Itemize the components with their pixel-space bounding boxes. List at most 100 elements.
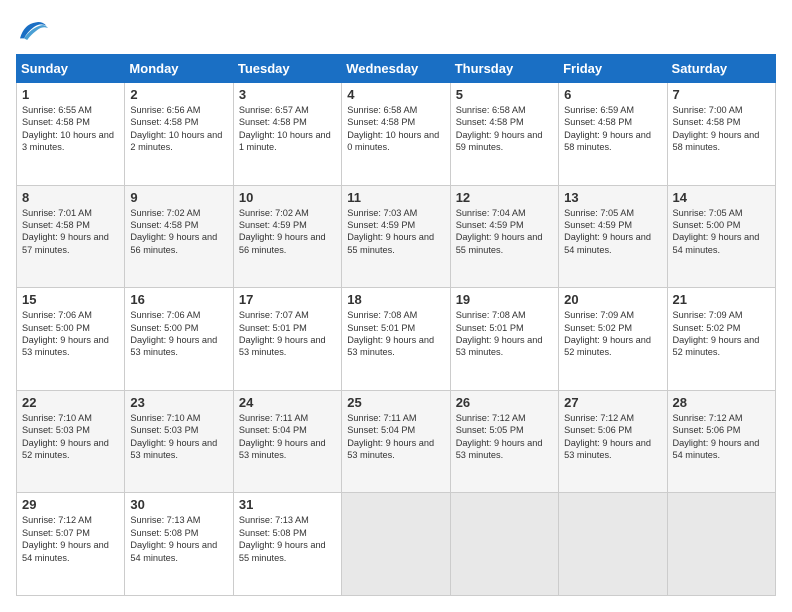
day-number: 30 — [130, 497, 227, 512]
day-number: 28 — [673, 395, 770, 410]
cell-info: Sunrise: 7:01 AMSunset: 4:58 PMDaylight:… — [22, 207, 119, 257]
day-number: 27 — [564, 395, 661, 410]
day-number: 16 — [130, 292, 227, 307]
day-number: 20 — [564, 292, 661, 307]
cell-info: Sunrise: 7:10 AMSunset: 5:03 PMDaylight:… — [22, 412, 119, 462]
day-number: 5 — [456, 87, 553, 102]
cell-info: Sunrise: 7:12 AMSunset: 5:06 PMDaylight:… — [673, 412, 770, 462]
calendar-table: SundayMondayTuesdayWednesdayThursdayFrid… — [16, 54, 776, 596]
calendar-cell: 27 Sunrise: 7:12 AMSunset: 5:06 PMDayligh… — [559, 390, 667, 493]
calendar-day-header: Saturday — [667, 55, 775, 83]
calendar-cell: 22 Sunrise: 7:10 AMSunset: 5:03 PMDayligh… — [17, 390, 125, 493]
day-number: 22 — [22, 395, 119, 410]
cell-info: Sunrise: 6:57 AMSunset: 4:58 PMDaylight:… — [239, 104, 336, 154]
day-number: 10 — [239, 190, 336, 205]
day-number: 6 — [564, 87, 661, 102]
day-number: 25 — [347, 395, 444, 410]
calendar-cell: 6 Sunrise: 6:59 AMSunset: 4:58 PMDaylight… — [559, 83, 667, 186]
calendar-week-row: 15 Sunrise: 7:06 AMSunset: 5:00 PMDayligh… — [17, 288, 776, 391]
header — [16, 16, 776, 44]
cell-info: Sunrise: 7:08 AMSunset: 5:01 PMDaylight:… — [456, 309, 553, 359]
calendar-week-row: 1 Sunrise: 6:55 AMSunset: 4:58 PMDaylight… — [17, 83, 776, 186]
cell-info: Sunrise: 7:06 AMSunset: 5:00 PMDaylight:… — [22, 309, 119, 359]
cell-info: Sunrise: 7:03 AMSunset: 4:59 PMDaylight:… — [347, 207, 444, 257]
day-number: 21 — [673, 292, 770, 307]
calendar-cell: 26 Sunrise: 7:12 AMSunset: 5:05 PMDayligh… — [450, 390, 558, 493]
calendar-cell: 11 Sunrise: 7:03 AMSunset: 4:59 PMDayligh… — [342, 185, 450, 288]
calendar-day-header: Tuesday — [233, 55, 341, 83]
cell-info: Sunrise: 7:13 AMSunset: 5:08 PMDaylight:… — [130, 514, 227, 564]
calendar-day-header: Sunday — [17, 55, 125, 83]
logo — [16, 16, 52, 44]
cell-info: Sunrise: 7:11 AMSunset: 5:04 PMDaylight:… — [347, 412, 444, 462]
cell-info: Sunrise: 7:06 AMSunset: 5:00 PMDaylight:… — [130, 309, 227, 359]
calendar-cell: 16 Sunrise: 7:06 AMSunset: 5:00 PMDayligh… — [125, 288, 233, 391]
calendar-day-header: Wednesday — [342, 55, 450, 83]
calendar-cell: 14 Sunrise: 7:05 AMSunset: 5:00 PMDayligh… — [667, 185, 775, 288]
day-number: 4 — [347, 87, 444, 102]
calendar-cell: 15 Sunrise: 7:06 AMSunset: 5:00 PMDayligh… — [17, 288, 125, 391]
calendar-cell: 2 Sunrise: 6:56 AMSunset: 4:58 PMDaylight… — [125, 83, 233, 186]
calendar-cell: 13 Sunrise: 7:05 AMSunset: 4:59 PMDayligh… — [559, 185, 667, 288]
logo-bird-icon — [16, 16, 48, 44]
cell-info: Sunrise: 7:12 AMSunset: 5:06 PMDaylight:… — [564, 412, 661, 462]
cell-info: Sunrise: 7:04 AMSunset: 4:59 PMDaylight:… — [456, 207, 553, 257]
cell-info: Sunrise: 7:10 AMSunset: 5:03 PMDaylight:… — [130, 412, 227, 462]
calendar-header-row: SundayMondayTuesdayWednesdayThursdayFrid… — [17, 55, 776, 83]
cell-info: Sunrise: 7:05 AMSunset: 5:00 PMDaylight:… — [673, 207, 770, 257]
calendar-cell: 10 Sunrise: 7:02 AMSunset: 4:59 PMDayligh… — [233, 185, 341, 288]
day-number: 11 — [347, 190, 444, 205]
cell-info: Sunrise: 7:09 AMSunset: 5:02 PMDaylight:… — [673, 309, 770, 359]
cell-info: Sunrise: 7:05 AMSunset: 4:59 PMDaylight:… — [564, 207, 661, 257]
day-number: 2 — [130, 87, 227, 102]
day-number: 14 — [673, 190, 770, 205]
day-number: 31 — [239, 497, 336, 512]
day-number: 17 — [239, 292, 336, 307]
calendar-week-row: 8 Sunrise: 7:01 AMSunset: 4:58 PMDaylight… — [17, 185, 776, 288]
calendar-cell: 17 Sunrise: 7:07 AMSunset: 5:01 PMDayligh… — [233, 288, 341, 391]
calendar-cell: 1 Sunrise: 6:55 AMSunset: 4:58 PMDaylight… — [17, 83, 125, 186]
page: SundayMondayTuesdayWednesdayThursdayFrid… — [0, 0, 792, 612]
calendar-cell: 25 Sunrise: 7:11 AMSunset: 5:04 PMDayligh… — [342, 390, 450, 493]
cell-info: Sunrise: 7:11 AMSunset: 5:04 PMDaylight:… — [239, 412, 336, 462]
calendar-cell: 8 Sunrise: 7:01 AMSunset: 4:58 PMDaylight… — [17, 185, 125, 288]
calendar-cell: 28 Sunrise: 7:12 AMSunset: 5:06 PMDayligh… — [667, 390, 775, 493]
day-number: 13 — [564, 190, 661, 205]
cell-info: Sunrise: 6:59 AMSunset: 4:58 PMDaylight:… — [564, 104, 661, 154]
calendar-day-header: Friday — [559, 55, 667, 83]
calendar-week-row: 22 Sunrise: 7:10 AMSunset: 5:03 PMDayligh… — [17, 390, 776, 493]
calendar-day-header: Monday — [125, 55, 233, 83]
cell-info: Sunrise: 7:02 AMSunset: 4:58 PMDaylight:… — [130, 207, 227, 257]
cell-info: Sunrise: 6:56 AMSunset: 4:58 PMDaylight:… — [130, 104, 227, 154]
calendar-day-header: Thursday — [450, 55, 558, 83]
day-number: 1 — [22, 87, 119, 102]
cell-info: Sunrise: 7:12 AMSunset: 5:07 PMDaylight:… — [22, 514, 119, 564]
calendar-cell: 4 Sunrise: 6:58 AMSunset: 4:58 PMDaylight… — [342, 83, 450, 186]
calendar-cell: 23Sunrise: 7:10 AMSunset: 5:03 PMDayligh… — [125, 390, 233, 493]
calendar-cell — [667, 493, 775, 596]
day-number: 15 — [22, 292, 119, 307]
calendar-cell: 5Sunrise: 6:58 AMSunset: 4:58 PMDaylight… — [450, 83, 558, 186]
day-number: 29 — [22, 497, 119, 512]
calendar-cell — [450, 493, 558, 596]
calendar-cell: 19Sunrise: 7:08 AMSunset: 5:01 PMDayligh… — [450, 288, 558, 391]
day-number: 26 — [456, 395, 553, 410]
calendar-cell: 3 Sunrise: 6:57 AMSunset: 4:58 PMDaylight… — [233, 83, 341, 186]
cell-info: Sunrise: 6:55 AMSunset: 4:58 PMDaylight:… — [22, 104, 119, 154]
day-number: 3 — [239, 87, 336, 102]
calendar-cell: 7Sunrise: 7:00 AMSunset: 4:58 PMDaylight… — [667, 83, 775, 186]
cell-info: Sunrise: 6:58 AMSunset: 4:58 PMDaylight:… — [347, 104, 444, 154]
day-number: 9 — [130, 190, 227, 205]
day-number: 18 — [347, 292, 444, 307]
calendar-cell: 20Sunrise: 7:09 AMSunset: 5:02 PMDayligh… — [559, 288, 667, 391]
day-number: 24 — [239, 395, 336, 410]
cell-info: Sunrise: 7:12 AMSunset: 5:05 PMDaylight:… — [456, 412, 553, 462]
cell-info: Sunrise: 7:00 AMSunset: 4:58 PMDaylight:… — [673, 104, 770, 154]
calendar-cell: 31Sunrise: 7:13 AMSunset: 5:08 PMDayligh… — [233, 493, 341, 596]
calendar-cell: 21 Sunrise: 7:09 AMSunset: 5:02 PMDayligh… — [667, 288, 775, 391]
cell-info: Sunrise: 7:08 AMSunset: 5:01 PMDaylight:… — [347, 309, 444, 359]
cell-info: Sunrise: 7:02 AMSunset: 4:59 PMDaylight:… — [239, 207, 336, 257]
day-number: 8 — [22, 190, 119, 205]
calendar-cell: 29 Sunrise: 7:12 AMSunset: 5:07 PMDayligh… — [17, 493, 125, 596]
cell-info: Sunrise: 7:07 AMSunset: 5:01 PMDaylight:… — [239, 309, 336, 359]
